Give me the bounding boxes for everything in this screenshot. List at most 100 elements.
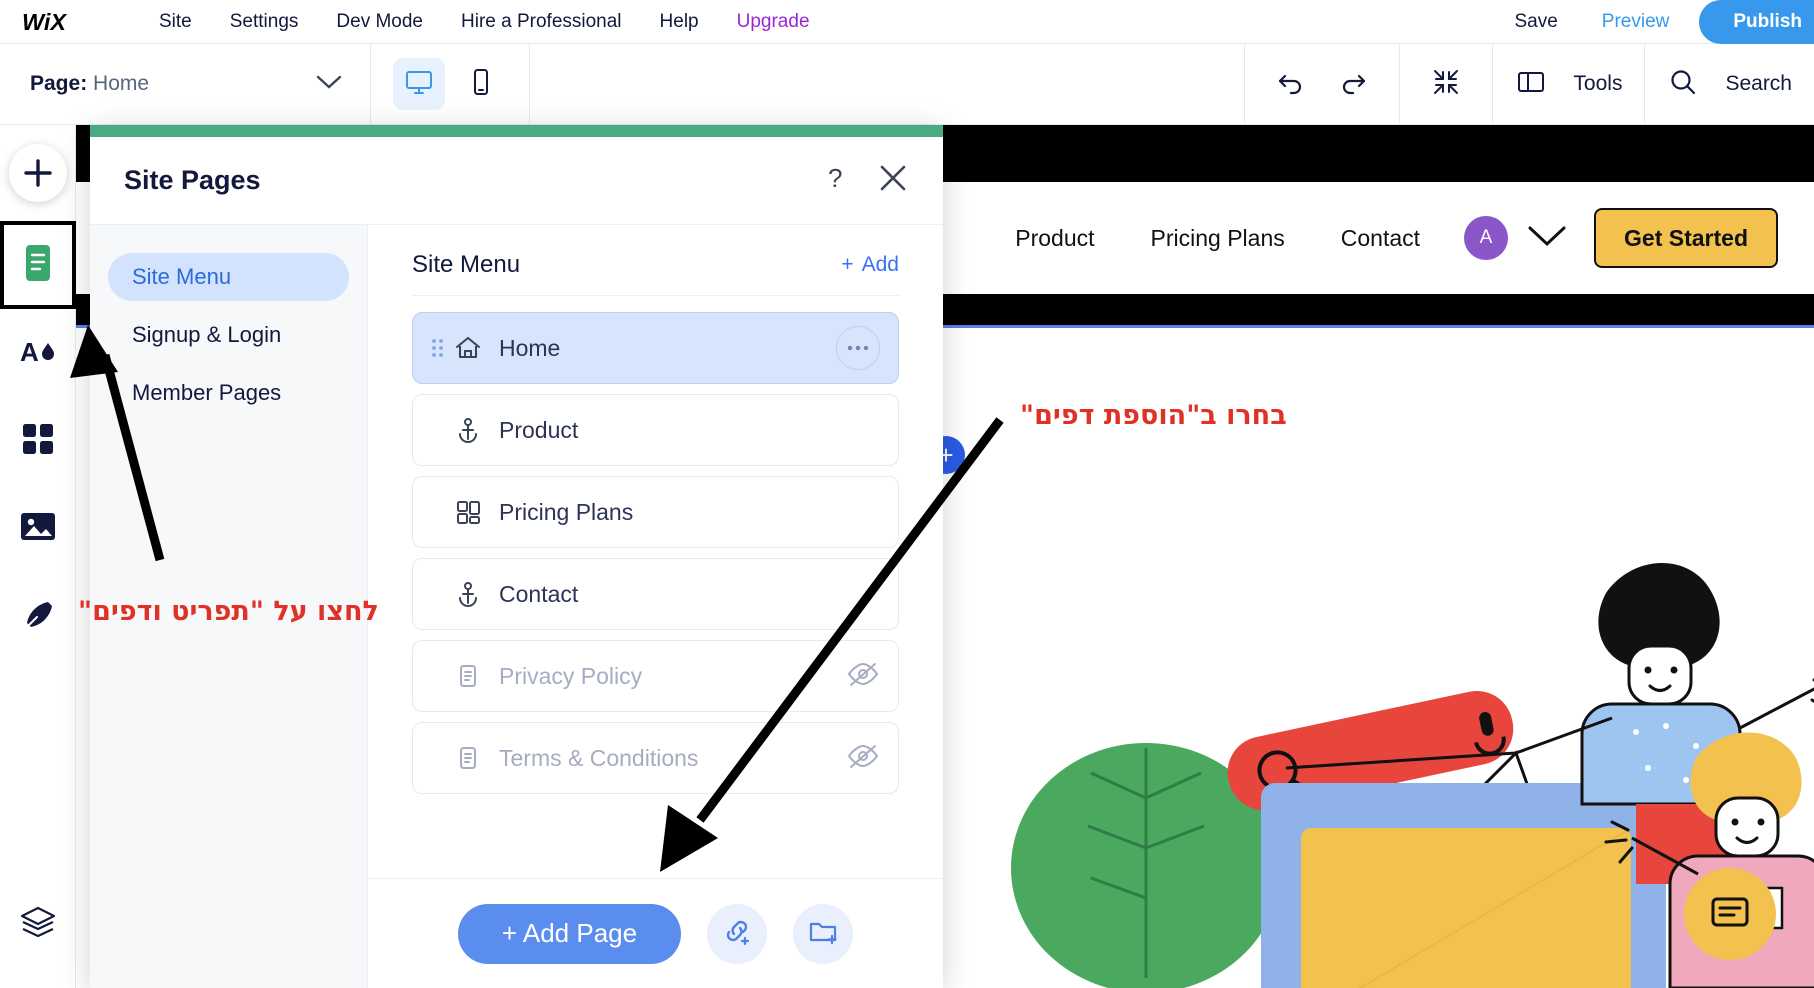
svg-text:A: A [20,337,39,367]
zoom-out-group [1400,44,1492,125]
help-question-icon[interactable]: ? [821,162,853,199]
add-folder-button[interactable] [793,903,854,964]
annotation-add-pages: בחרו ב"הוספת דפים" [1020,400,1287,431]
svg-text:WiX: WiX [22,8,67,34]
get-started-button[interactable]: Get Started [1594,208,1778,268]
menu-item-dev-mode[interactable]: Dev Mode [317,0,442,44]
row-actions [836,326,880,370]
avatar[interactable]: A [1464,216,1509,260]
add-link-button[interactable] [707,903,768,964]
tools-group[interactable]: Tools [1493,44,1644,125]
pages-menu-icon [18,241,58,290]
site-nav-product[interactable]: Product [987,225,1122,252]
top-bar-actions: Save Preview Publish [1492,0,1814,44]
panel-header-actions: ? [821,162,909,199]
table-row[interactable]: Product [412,394,899,466]
sidebar-item-label: Member Pages [132,380,282,405]
hidden-eye-icon[interactable] [846,743,880,774]
undo-icon [1274,65,1308,104]
menu-item-hire-a-professional[interactable]: Hire a Professional [442,0,641,44]
sidebar-item-signup-login[interactable]: Signup & Login [108,311,349,359]
menu-item-upgrade[interactable]: Upgrade [718,0,829,44]
wix-logo[interactable]: WiX [22,7,100,37]
section-title: Site Menu [412,251,521,278]
top-menu-items: Site Settings Dev Mode Hire a Profession… [140,0,829,44]
anchor-icon [451,415,485,445]
redo-button[interactable] [1329,60,1377,108]
sidebar-item-content-manager[interactable] [0,573,76,661]
page-label: Terms & Conditions [499,744,699,771]
sidebar-item-my-media[interactable] [0,485,76,573]
add-page-button[interactable]: + Add Page [457,903,682,964]
sidebar-item-layers[interactable] [0,880,76,968]
section-header: Site Menu + Add [368,225,943,279]
site-pages-panel: Site Pages ? Site Menu Signup & Login Me… [90,125,943,988]
zoom-out-button[interactable] [1422,60,1470,108]
add-menu-item-button[interactable]: + Add [841,253,899,277]
toolbar-right-group: Tools Search [1244,43,1814,125]
chat-button[interactable] [1684,868,1776,960]
publish-button[interactable]: Publish [1699,0,1814,44]
top-menu-bar: WiX Site Settings Dev Mode Hire a Profes… [0,0,1814,44]
sidebar-item-label: Site Menu [132,264,232,289]
sidebar-item-app-market[interactable] [0,397,76,485]
annotation-menus-and-pages: לחצו על "תפריט ודפים" [78,596,379,627]
toolbar-divider-2 [529,43,530,125]
grid-pages-icon [451,497,485,527]
row-actions [846,743,880,774]
search-label: Search [1725,72,1792,95]
zoom-out-icon [1429,65,1463,104]
table-row[interactable]: Pricing Plans [412,476,899,548]
link-add-icon [721,915,753,952]
preview-button[interactable]: Preview [1580,11,1692,33]
site-nav-pricing-plans[interactable]: Pricing Plans [1123,225,1313,252]
search-group[interactable]: Search [1645,44,1814,125]
drag-handle-icon[interactable] [431,337,447,359]
add-elements-button[interactable] [0,125,76,221]
chevron-down-icon[interactable] [1526,223,1568,254]
page-selector-prefix: Page: [30,72,88,95]
site-design-icon: A [18,331,58,376]
sidebar-item-site-menu[interactable]: Site Menu [108,253,349,301]
mobile-view-button[interactable] [455,58,507,110]
page-options-button[interactable] [836,326,880,370]
table-row[interactable]: Contact [412,558,899,630]
undo-button[interactable] [1267,60,1315,108]
document-icon [451,661,485,691]
table-row[interactable]: Privacy Policy [412,640,899,712]
table-row[interactable]: Terms & Conditions [412,722,899,794]
close-x-icon[interactable] [877,162,909,199]
save-button[interactable]: Save [1492,11,1579,33]
search-icon [1667,66,1699,103]
page-title: Site Pages [124,165,261,195]
editor-toolbar: Page: Home Tools Search [0,43,1814,125]
redo-icon [1336,65,1370,104]
tools-label: Tools [1573,72,1623,95]
chat-icon [1706,888,1754,941]
menu-item-settings[interactable]: Settings [211,0,318,44]
view-mode-switcher [371,58,529,110]
media-icon [18,509,58,550]
desktop-icon [403,66,435,103]
apps-icon [19,420,57,463]
plus-icon: + [841,253,854,276]
left-tool-rail: A [0,125,76,988]
site-nav-contact[interactable]: Contact [1313,225,1448,252]
desktop-view-button[interactable] [393,58,445,110]
add-plus-icon [9,144,67,202]
chevron-down-icon [316,74,342,95]
hidden-eye-icon[interactable] [846,661,880,692]
sidebar-item-member-pages[interactable]: Member Pages [108,369,349,417]
sidebar-item-menus-and-pages[interactable] [0,221,76,309]
document-icon [451,743,485,773]
menu-item-site[interactable]: Site [140,0,211,44]
menu-item-help[interactable]: Help [641,0,718,44]
page-label: Pricing Plans [499,498,634,525]
mobile-icon [465,66,497,103]
sidebar-item-site-design[interactable]: A [0,309,76,397]
page-selector[interactable]: Page: Home [0,44,370,125]
panel-accent-bar [90,125,943,137]
page-label: Contact [499,580,579,607]
tools-icon [1515,66,1547,103]
table-row[interactable]: Home [412,312,899,384]
